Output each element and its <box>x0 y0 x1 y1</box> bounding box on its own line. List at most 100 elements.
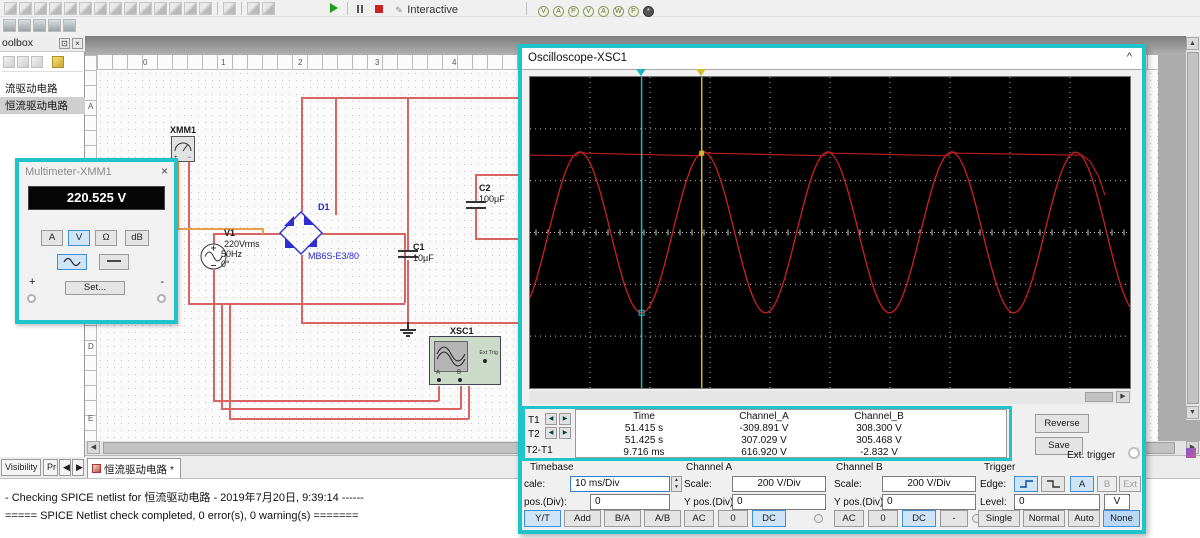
oscilloscope-window[interactable]: Oscilloscope-XSC1 ^ ▶ T1 ◀ ▶ T2 ◀ ▶ T2-T… <box>518 44 1146 534</box>
ab-mode-button[interactable]: A/B <box>644 510 681 527</box>
trigger-normal-button[interactable]: Normal <box>1023 510 1065 527</box>
collapse-icon[interactable]: ^ <box>1127 51 1132 63</box>
probe-current-ref-icon[interactable]: A <box>597 6 609 17</box>
component-icon-9[interactable] <box>124 2 137 15</box>
probe-voltage-ref-icon[interactable]: V <box>582 6 594 17</box>
trigger-level-unit-select[interactable]: V <box>1104 494 1130 510</box>
channel-a-ac-button[interactable]: AC <box>684 510 714 527</box>
channel-b-ac-button[interactable]: AC <box>834 510 864 527</box>
ohm-mode-button[interactable]: Ω <box>95 230 117 246</box>
component-icon-11[interactable] <box>154 2 167 15</box>
junction-icon[interactable] <box>262 2 275 15</box>
pin-icon[interactable]: ⊡ <box>59 38 70 49</box>
component-icon-13[interactable] <box>184 2 197 15</box>
trigger-b-button[interactable]: B <box>1097 476 1117 492</box>
ba-mode-button[interactable]: B/A <box>604 510 641 527</box>
interactive-dropdown[interactable]: Interactive <box>407 4 458 16</box>
scroll-left-icon[interactable]: ◀ <box>87 441 100 454</box>
yt-mode-button[interactable]: Y/T <box>524 510 561 527</box>
db-mode-button[interactable]: dB <box>125 230 149 246</box>
trigger-level-input[interactable]: 0 <box>1014 494 1100 510</box>
trigger-ext-button[interactable]: Ext <box>1119 476 1141 492</box>
scroll-up-icon[interactable]: ▲ <box>1186 37 1199 50</box>
channel-a-dc-button[interactable]: DC <box>752 510 786 527</box>
channel-b-dc-button[interactable]: DC <box>902 510 936 527</box>
tree-item-circuit-2[interactable]: 恒流驱动电路 <box>0 97 85 114</box>
component-icon-10[interactable] <box>139 2 152 15</box>
vertical-scrollbar[interactable]: ▲ ▼ <box>1186 36 1200 420</box>
multimeter-window[interactable]: Multimeter-XMM1 × 220.525 V A V Ω dB + -… <box>15 158 178 324</box>
component-icon-6[interactable] <box>79 2 92 15</box>
rising-edge-button[interactable] <box>1014 476 1038 492</box>
component-icon-1[interactable] <box>4 2 17 15</box>
analysis-icon-4[interactable] <box>63 19 76 32</box>
close-icon[interactable]: × <box>72 38 83 49</box>
open-folder-icon[interactable] <box>17 56 29 68</box>
channel-a-scale-input[interactable]: 200 V/Div <box>732 476 826 492</box>
minus-terminal[interactable] <box>157 294 166 303</box>
trigger-none-button[interactable]: None <box>1103 510 1140 527</box>
t1-left-arrow[interactable]: ◀ <box>545 413 557 425</box>
cursor-1-marker[interactable] <box>636 69 646 76</box>
tree-item-circuit-1[interactable]: 流驱动电路 <box>0 80 85 97</box>
channel-a-ypos-input[interactable]: 0 <box>732 494 826 510</box>
new-doc-icon[interactable] <box>3 56 15 68</box>
tab-scroll-right-icon[interactable]: ▶ <box>72 459 84 476</box>
pause-button[interactable] <box>356 0 364 18</box>
probe-wattmeter-icon[interactable]: W <box>612 6 624 17</box>
grapher-icon[interactable] <box>3 19 16 32</box>
channel-a-zero-button[interactable]: 0 <box>718 510 748 527</box>
channel-b-scale-input[interactable]: 200 V/Div <box>882 476 976 492</box>
probe-power-icon[interactable]: P <box>567 6 579 17</box>
timebase-scale-input[interactable]: 10 ms/Div <box>570 476 670 492</box>
timebase-xpos-input[interactable]: 0 <box>590 494 670 510</box>
probe-settings-gear-icon[interactable]: * <box>642 6 654 17</box>
component-icon-4[interactable] <box>49 2 62 15</box>
save-icon[interactable] <box>31 56 43 68</box>
tab-project[interactable]: Pr <box>43 459 58 476</box>
edge-app-icon[interactable] <box>1186 448 1196 458</box>
component-icon-3[interactable] <box>34 2 47 15</box>
oscilloscope-screen[interactable] <box>529 76 1131 389</box>
t2-left-arrow[interactable]: ◀ <box>545 427 557 439</box>
probe-voltage-icon[interactable]: V <box>537 6 549 17</box>
component-icon-7[interactable] <box>94 2 107 15</box>
run-button[interactable] <box>330 0 339 18</box>
v-scroll-thumb[interactable] <box>1187 52 1199 404</box>
tab-visibility[interactable]: Visibility <box>1 459 42 476</box>
t1-right-arrow[interactable]: ▶ <box>559 413 571 425</box>
scope-scrollbar[interactable]: ▶ <box>529 391 1131 404</box>
analysis-icon-3[interactable] <box>48 19 61 32</box>
timebase-spinner[interactable]: ▲ ▼ <box>671 476 682 492</box>
dc-mode-button[interactable] <box>99 254 129 270</box>
probe-phase-icon[interactable]: P <box>627 6 639 17</box>
scroll-down-icon[interactable]: ▼ <box>1186 406 1199 419</box>
scope-scroll-thumb[interactable] <box>1085 392 1113 402</box>
ext-trigger-terminal[interactable] <box>1128 447 1140 459</box>
probe-current-icon[interactable]: A <box>552 6 564 17</box>
database-icon[interactable] <box>52 56 64 68</box>
falling-edge-button[interactable] <box>1041 476 1065 492</box>
channel-a-terminal-radio[interactable] <box>814 514 823 523</box>
trigger-auto-button[interactable]: Auto <box>1068 510 1100 527</box>
t2-right-arrow[interactable]: ▶ <box>559 427 571 439</box>
set-button[interactable]: Set... <box>65 281 125 295</box>
component-icon-8[interactable] <box>109 2 122 15</box>
delete-icon[interactable] <box>223 2 236 15</box>
wire-icon[interactable] <box>247 2 260 15</box>
ampere-mode-button[interactable]: A <box>41 230 63 246</box>
cursor-2-marker[interactable] <box>696 69 706 76</box>
component-icon-2[interactable] <box>19 2 32 15</box>
channel-b-invert-button[interactable]: - <box>940 510 968 527</box>
analysis-icon-1[interactable] <box>18 19 31 32</box>
reverse-button[interactable]: Reverse <box>1035 414 1089 433</box>
sheet-tab[interactable]: 恒流驱动电路 * <box>87 458 182 479</box>
close-icon[interactable]: × <box>161 164 168 178</box>
component-icon-5[interactable] <box>64 2 77 15</box>
channel-b-ypos-input[interactable]: 0 <box>882 494 976 510</box>
tab-scroll-left-icon[interactable]: ◀ <box>59 459 71 476</box>
trigger-single-button[interactable]: Single <box>978 510 1020 527</box>
scope-scroll-right-icon[interactable]: ▶ <box>1116 391 1130 403</box>
add-mode-button[interactable]: Add <box>564 510 601 527</box>
ac-mode-button[interactable] <box>57 254 87 270</box>
